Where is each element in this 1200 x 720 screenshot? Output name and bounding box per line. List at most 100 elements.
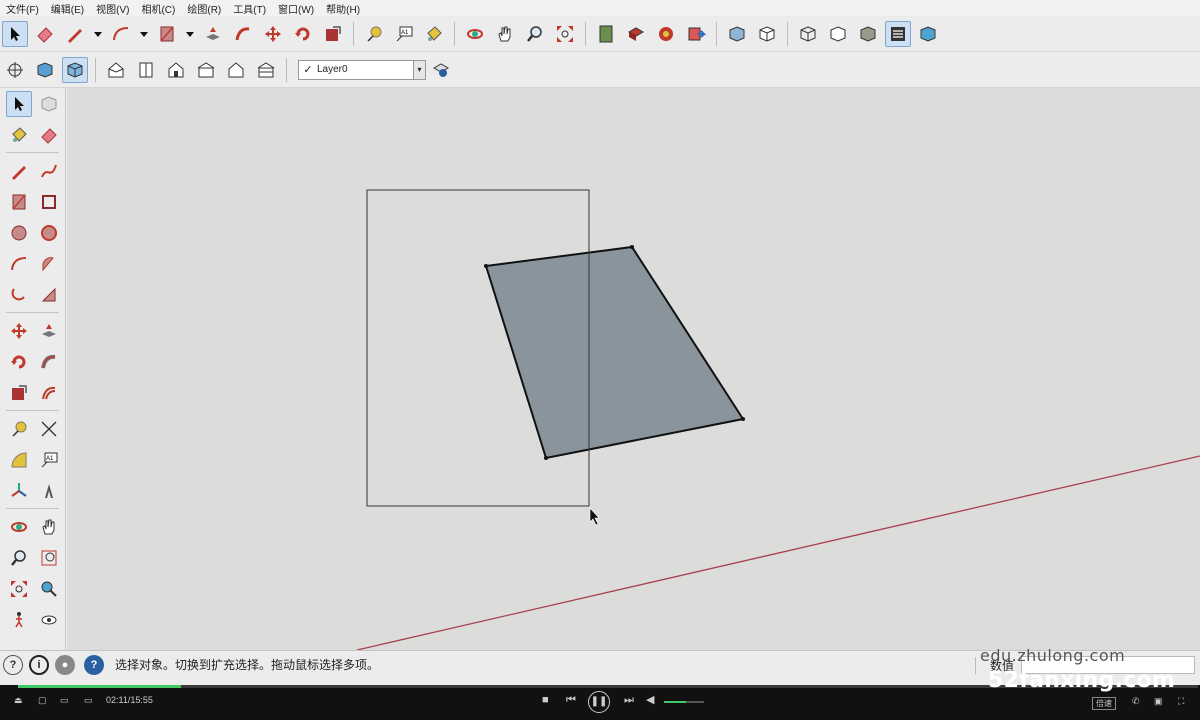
- left-view-button[interactable]: [253, 57, 279, 83]
- left-eraser-button[interactable]: [36, 122, 62, 148]
- right-view-button[interactable]: [193, 57, 219, 83]
- make-component-button[interactable]: [36, 91, 62, 117]
- tape-measure-tool-button[interactable]: [361, 21, 387, 47]
- zoom-window-button[interactable]: [36, 545, 62, 571]
- menu-help[interactable]: 帮助(H): [320, 1, 366, 16]
- three-point-arc-button[interactable]: [36, 282, 62, 308]
- follow-me-tool-button[interactable]: [230, 21, 256, 47]
- axes-button[interactable]: [6, 478, 32, 504]
- arc-dropdown[interactable]: [138, 21, 150, 47]
- menu-view[interactable]: 视图(V): [90, 1, 135, 16]
- walk-button[interactable]: [6, 607, 32, 633]
- drawing-viewport[interactable]: [67, 88, 1200, 650]
- top-view-button[interactable]: [133, 57, 159, 83]
- pie-button[interactable]: [36, 251, 62, 277]
- monochrome-button[interactable]: [915, 21, 941, 47]
- back-edges-button[interactable]: [754, 21, 780, 47]
- layer-select[interactable]: ✓ Layer0 ▾: [298, 59, 426, 80]
- menu-tools[interactable]: 工具(T): [227, 1, 272, 16]
- push-pull-tool-button[interactable]: [200, 21, 226, 47]
- section-display-button[interactable]: [62, 56, 88, 83]
- eject-icon[interactable]: ⏏: [14, 695, 23, 706]
- user-icon[interactable]: ●: [55, 654, 75, 675]
- axes-tool-button[interactable]: [2, 57, 28, 83]
- xray-view-button[interactable]: [724, 21, 750, 47]
- back-view-button[interactable]: [223, 57, 249, 83]
- stop-icon[interactable]: ■: [542, 694, 549, 706]
- export-button[interactable]: [683, 21, 709, 47]
- shaded-button[interactable]: [855, 21, 881, 47]
- left-zoom-button[interactable]: [6, 545, 32, 571]
- menu-draw[interactable]: 绘图(R): [181, 1, 227, 16]
- left-rotate-button[interactable]: [6, 349, 32, 375]
- chat-icon[interactable]: ▭: [84, 695, 93, 706]
- left-arc-button[interactable]: [6, 251, 32, 277]
- lock-icon[interactable]: ▣: [1154, 696, 1163, 707]
- shaded-textures-button[interactable]: [885, 20, 911, 47]
- polygon-button[interactable]: [36, 220, 62, 246]
- hidden-line-button[interactable]: [825, 21, 851, 47]
- left-push-pull-button[interactable]: [36, 318, 62, 344]
- pencil-dropdown[interactable]: [92, 21, 104, 47]
- left-rectangle-button[interactable]: [6, 189, 32, 215]
- geo-location-icon[interactable]: ?: [3, 654, 23, 675]
- menu-file[interactable]: 文件(F): [0, 1, 45, 16]
- circle-button[interactable]: [6, 220, 32, 246]
- move-tool-button[interactable]: [260, 21, 286, 47]
- iso-view-button[interactable]: [103, 57, 129, 83]
- pencil-tool-button[interactable]: [62, 21, 88, 47]
- previous-icon[interactable]: ⏮: [566, 694, 576, 707]
- left-follow-me-button[interactable]: [36, 349, 62, 375]
- look-around-button[interactable]: [36, 607, 62, 633]
- section-plane-button[interactable]: [32, 57, 58, 83]
- position-camera-button[interactable]: [36, 576, 62, 602]
- phone-icon[interactable]: ✆: [1132, 696, 1140, 707]
- materials-button[interactable]: [623, 21, 649, 47]
- pan-tool-button[interactable]: [492, 21, 518, 47]
- left-scale-button[interactable]: [6, 380, 32, 406]
- menu-window[interactable]: 窗口(W): [272, 1, 320, 16]
- volume-slider[interactable]: [664, 701, 704, 703]
- arc-tool-button[interactable]: [108, 21, 134, 47]
- text-tool-button[interactable]: A1: [391, 21, 417, 47]
- speed-button[interactable]: 倍速: [1092, 697, 1116, 710]
- rotate-tool-button[interactable]: [290, 21, 316, 47]
- paint-bucket-tool-button[interactable]: [421, 21, 447, 47]
- selected-face[interactable]: [484, 245, 745, 460]
- menu-camera[interactable]: 相机(C): [135, 1, 181, 16]
- rotated-rectangle-button[interactable]: [36, 189, 62, 215]
- dimension-button[interactable]: [36, 416, 62, 442]
- scale-tool-button[interactable]: [320, 21, 346, 47]
- left-zoom-extents-button[interactable]: [6, 576, 32, 602]
- fullscreen-icon[interactable]: ⛶: [1178, 696, 1184, 707]
- left-paint-button[interactable]: [6, 122, 32, 148]
- eraser-tool-button[interactable]: [32, 21, 58, 47]
- offset-button[interactable]: [36, 380, 62, 406]
- two-point-arc-button[interactable]: [6, 282, 32, 308]
- zoom-tool-button[interactable]: [522, 21, 548, 47]
- rectangle-dropdown[interactable]: [184, 21, 196, 47]
- left-pan-button[interactable]: [36, 514, 62, 540]
- layer-manager-button[interactable]: [428, 57, 454, 83]
- protractor-button[interactable]: [6, 447, 32, 473]
- left-move-button[interactable]: [6, 318, 32, 344]
- chevron-down-icon[interactable]: ▾: [413, 60, 425, 79]
- help-icon[interactable]: ?: [84, 654, 104, 675]
- zoom-extents-tool-button[interactable]: [552, 21, 578, 47]
- front-view-button[interactable]: [163, 57, 189, 83]
- orbit-tool-button[interactable]: [462, 21, 488, 47]
- rectangle-tool-button[interactable]: [154, 21, 180, 47]
- select-tool-button[interactable]: [2, 20, 28, 47]
- credits-icon[interactable]: i: [29, 654, 49, 675]
- left-line-button[interactable]: [6, 158, 32, 184]
- screen-icon[interactable]: ▭: [60, 695, 69, 706]
- left-text-button[interactable]: A1: [36, 447, 62, 473]
- menu-edit[interactable]: 编辑(E): [45, 1, 90, 16]
- volume-icon[interactable]: ◀: [646, 693, 654, 706]
- left-select-button[interactable]: [6, 90, 32, 117]
- wireframe-button[interactable]: [795, 21, 821, 47]
- pause-icon[interactable]: ❚❚: [588, 691, 610, 713]
- next-icon[interactable]: ⏭: [624, 694, 634, 707]
- components-button[interactable]: [593, 21, 619, 47]
- playlist-icon[interactable]: ▢: [38, 695, 47, 706]
